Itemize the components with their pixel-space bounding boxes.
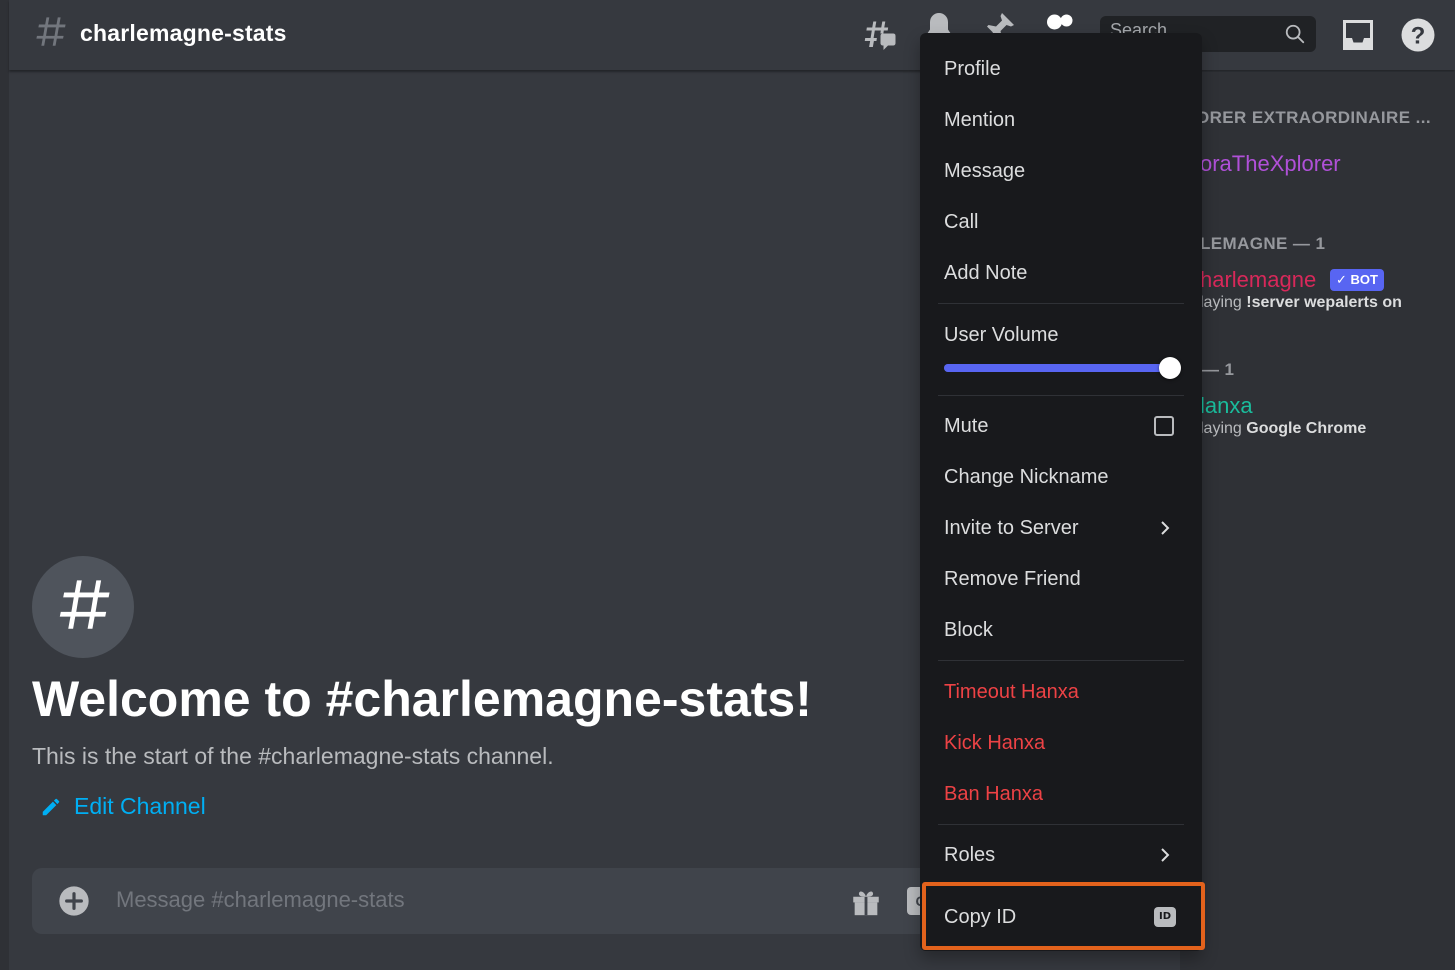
help-icon[interactable]: ?: [1400, 17, 1436, 53]
menu-item-label: Change Nickname: [944, 465, 1109, 488]
discord-app: charlemagne-stats Search ? ORER EXTRAORD…: [0, 0, 1455, 970]
menu-item-call[interactable]: Call: [920, 200, 1202, 244]
slider-handle[interactable]: [1159, 357, 1181, 379]
menu-item-profile[interactable]: Profile: [920, 47, 1202, 91]
inbox-icon[interactable]: [1340, 17, 1376, 53]
channel-header: charlemagne-stats Search ?: [9, 0, 1455, 70]
menu-item-mention[interactable]: Mention: [920, 98, 1202, 142]
menu-item-change-nickname[interactable]: Change Nickname: [920, 455, 1202, 499]
menu-item-block[interactable]: Block: [920, 608, 1202, 652]
menu-item-label: Roles: [944, 843, 996, 866]
pencil-icon: [42, 798, 60, 815]
user-context-menu: Profile Mention Message Call Add Note Us…: [920, 33, 1202, 951]
svg-text:?: ?: [1411, 22, 1426, 49]
menu-item-label: Mute: [944, 414, 989, 437]
member-name[interactable]: lanxa: [1200, 393, 1253, 419]
menu-item-timeout[interactable]: Timeout Hanxa: [920, 670, 1202, 714]
menu-item-label: Profile: [944, 57, 1001, 80]
member-name[interactable]: harlemagne: [1200, 267, 1316, 293]
menu-item-invite-to-server[interactable]: Invite to Server: [920, 506, 1202, 550]
member-list: ORER EXTRAORDINAIRE ... oraTheXplorer LE…: [1180, 72, 1455, 970]
mute-checkbox[interactable]: [1154, 416, 1174, 436]
edit-channel-label: Edit Channel: [74, 793, 206, 819]
menu-divider: [938, 303, 1184, 304]
member-category: ORER EXTRAORDINAIRE ...: [1196, 108, 1431, 127]
hash-icon: [59, 580, 110, 629]
bot-tag: ✓ BOT: [1330, 269, 1384, 291]
channel-avatar: [32, 556, 134, 658]
plus-circle-icon[interactable]: [58, 885, 90, 917]
menu-item-label: User Volume: [944, 323, 1059, 346]
activity-prefix: laying: [1200, 294, 1247, 311]
user-volume-slider[interactable]: [944, 357, 1181, 379]
menu-item-label: Kick Hanxa: [944, 731, 1046, 754]
menu-item-label: Message: [944, 159, 1026, 182]
activity-prefix: laying: [1200, 420, 1247, 437]
member-activity: laying Google Chrome: [1200, 420, 1366, 438]
menu-item-label: Call: [944, 210, 979, 233]
hash-icon: [36, 17, 66, 46]
activity-name: Google Chrome: [1246, 420, 1367, 437]
check-icon: ✓: [1336, 272, 1347, 287]
member-activity: laying !server wepalerts on: [1200, 294, 1402, 312]
menu-item-label: Block: [944, 618, 993, 641]
menu-item-label: Remove Friend: [944, 567, 1081, 590]
menu-item-label: Timeout Hanxa: [944, 680, 1079, 703]
menu-divider: [938, 660, 1184, 661]
menu-item-ban[interactable]: Ban Hanxa: [920, 772, 1202, 816]
slider-fill: [944, 364, 1170, 372]
message-input[interactable]: [116, 887, 816, 913]
menu-divider: [938, 824, 1184, 825]
threads-icon[interactable]: [861, 17, 897, 53]
member-category: LEMAGNE — 1: [1200, 234, 1326, 253]
activity-name: !server wepalerts on: [1246, 294, 1402, 311]
menu-item-label: Invite to Server: [944, 516, 1079, 539]
menu-item-mute[interactable]: Mute: [920, 404, 1202, 448]
search-icon[interactable]: [1284, 23, 1306, 45]
welcome-title: Welcome to #charlemagne-stats!: [32, 671, 812, 727]
menu-divider: [938, 395, 1184, 396]
menu-item-label: Mention: [944, 108, 1016, 131]
chevron-right-icon: [1161, 521, 1170, 535]
welcome-subtitle: This is the start of the #charlemagne-st…: [32, 743, 554, 769]
server-sidebar-edge: [0, 0, 9, 970]
member-category: — 1: [1202, 360, 1235, 379]
gift-icon[interactable]: [849, 884, 883, 918]
bot-tag-label: BOT: [1350, 272, 1378, 287]
edit-channel-link[interactable]: Edit Channel: [40, 793, 206, 820]
member-name[interactable]: oraTheXplorer: [1200, 151, 1341, 177]
message-composer: G: [32, 868, 942, 934]
menu-item-user-volume: User Volume: [920, 313, 1202, 357]
menu-item-label: Add Note: [944, 261, 1028, 284]
menu-item-kick[interactable]: Kick Hanxa: [920, 721, 1202, 765]
menu-item-label: Ban Hanxa: [944, 782, 1043, 805]
menu-item-add-note[interactable]: Add Note: [920, 251, 1202, 295]
chevron-right-icon: [1161, 848, 1170, 862]
menu-item-remove-friend[interactable]: Remove Friend: [920, 557, 1202, 601]
menu-item-label: Copy ID: [944, 905, 1017, 928]
menu-item-roles[interactable]: Roles: [920, 833, 1202, 877]
menu-item-message[interactable]: Message: [920, 149, 1202, 193]
channel-title: charlemagne-stats: [80, 20, 287, 46]
id-icon: ID: [1154, 907, 1176, 927]
menu-item-copy-id[interactable]: Copy ID ID: [920, 895, 1202, 939]
